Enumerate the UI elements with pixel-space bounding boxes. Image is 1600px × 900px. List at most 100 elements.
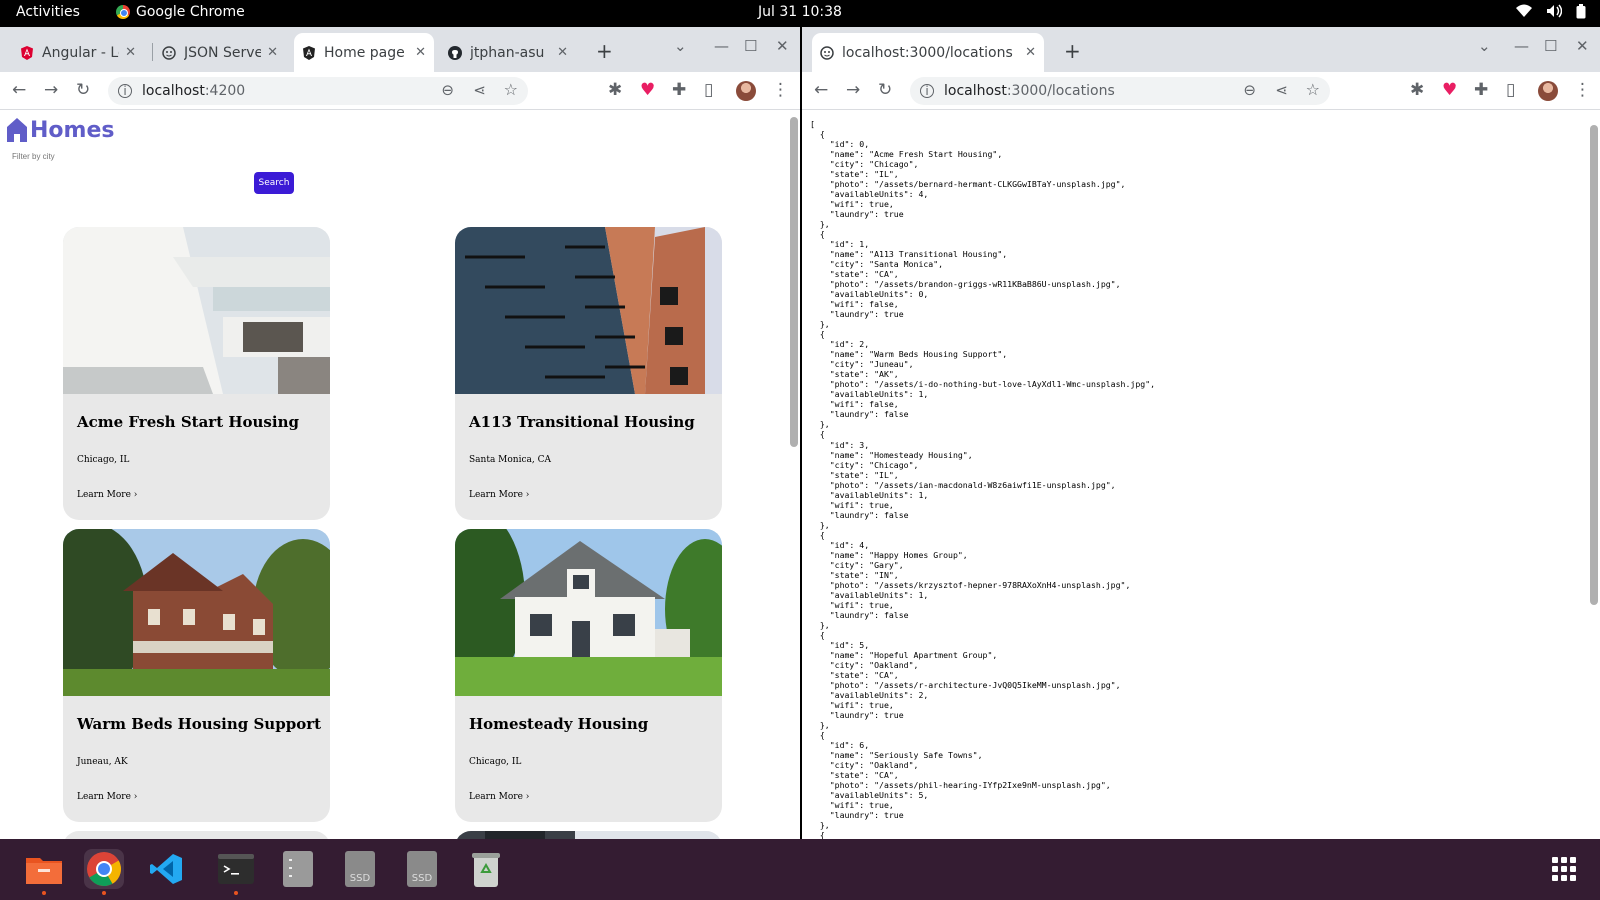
vscode-icon[interactable] — [146, 849, 186, 889]
drive-icon[interactable] — [278, 849, 318, 889]
card-location: Juneau, AK — [77, 757, 128, 767]
side-panel-icon[interactable]: ▯ — [1506, 80, 1515, 100]
tab-label: jtphan-asu — [470, 44, 545, 61]
reload-icon[interactable]: ↻ — [76, 80, 90, 100]
tab-label: localhost:3000/locations — [842, 44, 1013, 61]
battery-icon — [1576, 4, 1586, 23]
home-icon — [7, 118, 27, 142]
close-window-button[interactable]: ✕ — [776, 37, 789, 55]
learn-more-link[interactable]: Learn More › — [469, 792, 529, 802]
browser-toolbar: ← → ↻ i localhost:3000/locations ⊖ ⋖ ☆ ✱… — [802, 72, 1600, 110]
housing-card[interactable] — [63, 831, 330, 839]
brand-logo[interactable]: Homes — [6, 117, 114, 143]
chrome-icon[interactable] — [84, 849, 124, 895]
close-icon[interactable]: ✕ — [125, 45, 136, 60]
tab-github[interactable]: jtphan-asu ✕ — [440, 33, 576, 72]
close-icon[interactable]: ✕ — [267, 45, 278, 60]
housing-card[interactable] — [455, 831, 722, 839]
heart-extension-icon[interactable]: ♥ — [1442, 80, 1457, 100]
browser-toolbar: ← → ↻ i localhost:4200 ⊖ ⋖ ☆ ✱ ♥ ✚ ▯ ⋮ — [0, 72, 800, 110]
housing-card[interactable]: A113 Transitional Housing Santa Monica, … — [455, 227, 722, 520]
bookmark-star-icon[interactable]: ☆ — [1306, 80, 1320, 99]
ssd-drive-icon[interactable]: SSD — [402, 849, 442, 889]
card-title: Warm Beds Housing Support — [77, 715, 322, 733]
card-title: A113 Transitional Housing — [469, 413, 695, 431]
close-icon[interactable]: ✕ — [1025, 45, 1036, 60]
zoom-icon[interactable]: ⊖ — [441, 81, 454, 99]
bookmark-star-icon[interactable]: ☆ — [504, 80, 518, 99]
site-info-icon[interactable]: i — [920, 84, 934, 98]
tab-label: Home page — [324, 44, 405, 61]
scrollbar-thumb[interactable] — [1590, 125, 1598, 605]
housing-card[interactable]: Warm Beds Housing Support Juneau, AK Lea… — [63, 529, 330, 822]
forward-arrow-icon[interactable]: → — [846, 80, 860, 100]
tab-label: JSON Serve — [184, 44, 262, 61]
tab-json-server[interactable]: JSON Serve ✕ — [154, 33, 286, 72]
share-icon[interactable]: ⋖ — [473, 81, 486, 99]
chrome-window-right: localhost:3000/locations ✕ + ⌄ — ☐ ✕ ← →… — [802, 27, 1600, 839]
url-path: :3000/locations — [1006, 83, 1115, 99]
ssd-drive-icon[interactable]: SSD — [340, 849, 380, 889]
tab-home-page[interactable]: Home page ✕ — [294, 33, 434, 72]
tab-locations-json[interactable]: localhost:3000/locations ✕ — [812, 33, 1044, 72]
reload-icon[interactable]: ↻ — [878, 80, 892, 100]
tab-label: Angular - Le — [42, 44, 120, 61]
address-bar[interactable]: i localhost:3000/locations ⊖ ⋖ ☆ — [910, 77, 1330, 105]
forward-arrow-icon[interactable]: → — [44, 80, 58, 100]
site-info-icon[interactable]: i — [118, 84, 132, 98]
city-filter-input[interactable] — [10, 145, 240, 167]
dock: SSD SSD — [0, 839, 1600, 900]
learn-more-link[interactable]: Learn More › — [469, 490, 529, 500]
side-panel-icon[interactable]: ▯ — [704, 80, 713, 100]
extension-bug-icon[interactable]: ✱ — [608, 80, 622, 100]
extensions-puzzle-icon[interactable]: ✚ — [672, 80, 686, 100]
scrollbar-thumb[interactable] — [790, 117, 798, 447]
extensions-puzzle-icon[interactable]: ✚ — [1474, 80, 1488, 100]
back-arrow-icon[interactable]: ← — [12, 80, 26, 100]
wifi-icon — [1516, 4, 1532, 23]
close-icon[interactable]: ✕ — [557, 45, 568, 60]
page-content: [ { "id": 0, "name": "Acme Fresh Start H… — [802, 111, 1600, 839]
page-scrollbar[interactable] — [1588, 111, 1598, 839]
learn-more-link[interactable]: Learn More › — [77, 490, 137, 500]
profile-avatar[interactable] — [736, 81, 756, 101]
profile-avatar[interactable] — [1538, 81, 1558, 101]
more-menu-icon[interactable]: ⋮ — [772, 80, 789, 100]
housing-card[interactable]: Acme Fresh Start Housing Chicago, IL Lea… — [63, 227, 330, 520]
page-scrollbar[interactable] — [788, 111, 798, 839]
tab-angular-learn[interactable]: Angular - Le ✕ — [12, 33, 144, 72]
maximize-button[interactable]: ☐ — [1544, 37, 1557, 55]
housing-photo — [63, 227, 330, 394]
search-button[interactable]: Search — [254, 172, 294, 194]
heart-extension-icon[interactable]: ♥ — [640, 80, 655, 100]
extension-bug-icon[interactable]: ✱ — [1410, 80, 1424, 100]
card-location: Santa Monica, CA — [469, 455, 551, 465]
tab-search-button[interactable]: ⌄ — [674, 37, 687, 55]
address-bar[interactable]: i localhost:4200 ⊖ ⋖ ☆ — [108, 77, 528, 105]
angular-icon — [20, 45, 34, 60]
back-arrow-icon[interactable]: ← — [814, 80, 828, 100]
clock[interactable]: Jul 31 10:38 — [0, 4, 1600, 20]
terminal-icon[interactable] — [216, 849, 256, 895]
maximize-button[interactable]: ☐ — [744, 37, 757, 55]
url-path: :4200 — [204, 83, 246, 99]
card-title: Homesteady Housing — [469, 715, 649, 733]
minimize-button[interactable]: — — [1514, 37, 1529, 55]
learn-more-link[interactable]: Learn More › — [77, 792, 137, 802]
new-tab-button[interactable]: + — [1064, 39, 1081, 63]
share-icon[interactable]: ⋖ — [1275, 81, 1288, 99]
app-grid-icon[interactable] — [1544, 849, 1584, 889]
housing-card[interactable]: Homesteady Housing Chicago, IL Learn Mor… — [455, 529, 722, 822]
files-icon[interactable] — [24, 849, 64, 895]
more-menu-icon[interactable]: ⋮ — [1574, 80, 1591, 100]
close-icon[interactable]: ✕ — [415, 45, 426, 60]
zoom-icon[interactable]: ⊖ — [1243, 81, 1256, 99]
system-tray[interactable] — [1516, 4, 1586, 23]
ssd-label: SSD — [350, 873, 371, 884]
trash-icon[interactable] — [466, 849, 506, 889]
tab-search-button[interactable]: ⌄ — [1478, 37, 1491, 55]
new-tab-button[interactable]: + — [596, 39, 613, 63]
close-window-button[interactable]: ✕ — [1576, 37, 1589, 55]
minimize-button[interactable]: — — [714, 37, 729, 55]
housing-photo — [63, 529, 330, 696]
